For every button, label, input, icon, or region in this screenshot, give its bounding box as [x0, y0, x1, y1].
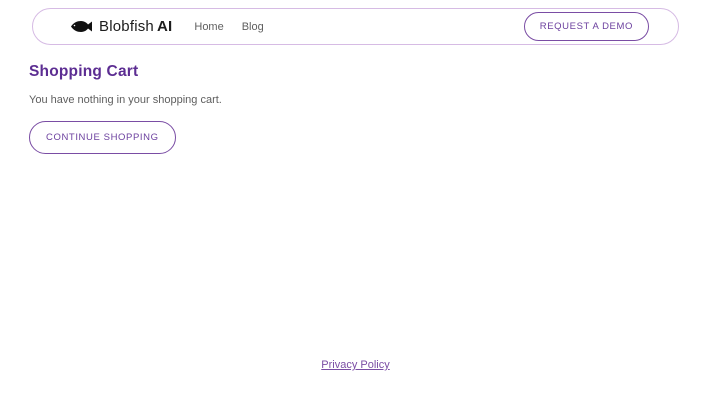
cart-page: Shopping Cart You have nothing in your s…: [0, 45, 711, 154]
header: Blobfish AI Home Blog REQUEST A DEMO: [32, 8, 679, 45]
request-demo-button[interactable]: REQUEST A DEMO: [523, 12, 649, 41]
nav-link-blog[interactable]: Blog: [242, 21, 264, 33]
fish-icon: [70, 20, 93, 33]
footer: Privacy Policy: [0, 359, 711, 400]
brand-suffix-text: AI: [156, 18, 173, 35]
empty-cart-message: You have nothing in your shopping cart.: [29, 94, 222, 106]
main-nav: Home Blog: [194, 21, 263, 33]
brand-name: Blobfish AI: [99, 18, 172, 35]
continue-shopping-button[interactable]: CONTINUE SHOPPING: [29, 121, 176, 154]
brand-logo[interactable]: Blobfish AI: [70, 18, 172, 35]
nav-link-home[interactable]: Home: [194, 21, 223, 33]
privacy-policy-link[interactable]: Privacy Policy: [321, 359, 389, 371]
page-title: Shopping Cart: [29, 63, 139, 80]
brand-name-text: Blobfish: [99, 18, 154, 35]
